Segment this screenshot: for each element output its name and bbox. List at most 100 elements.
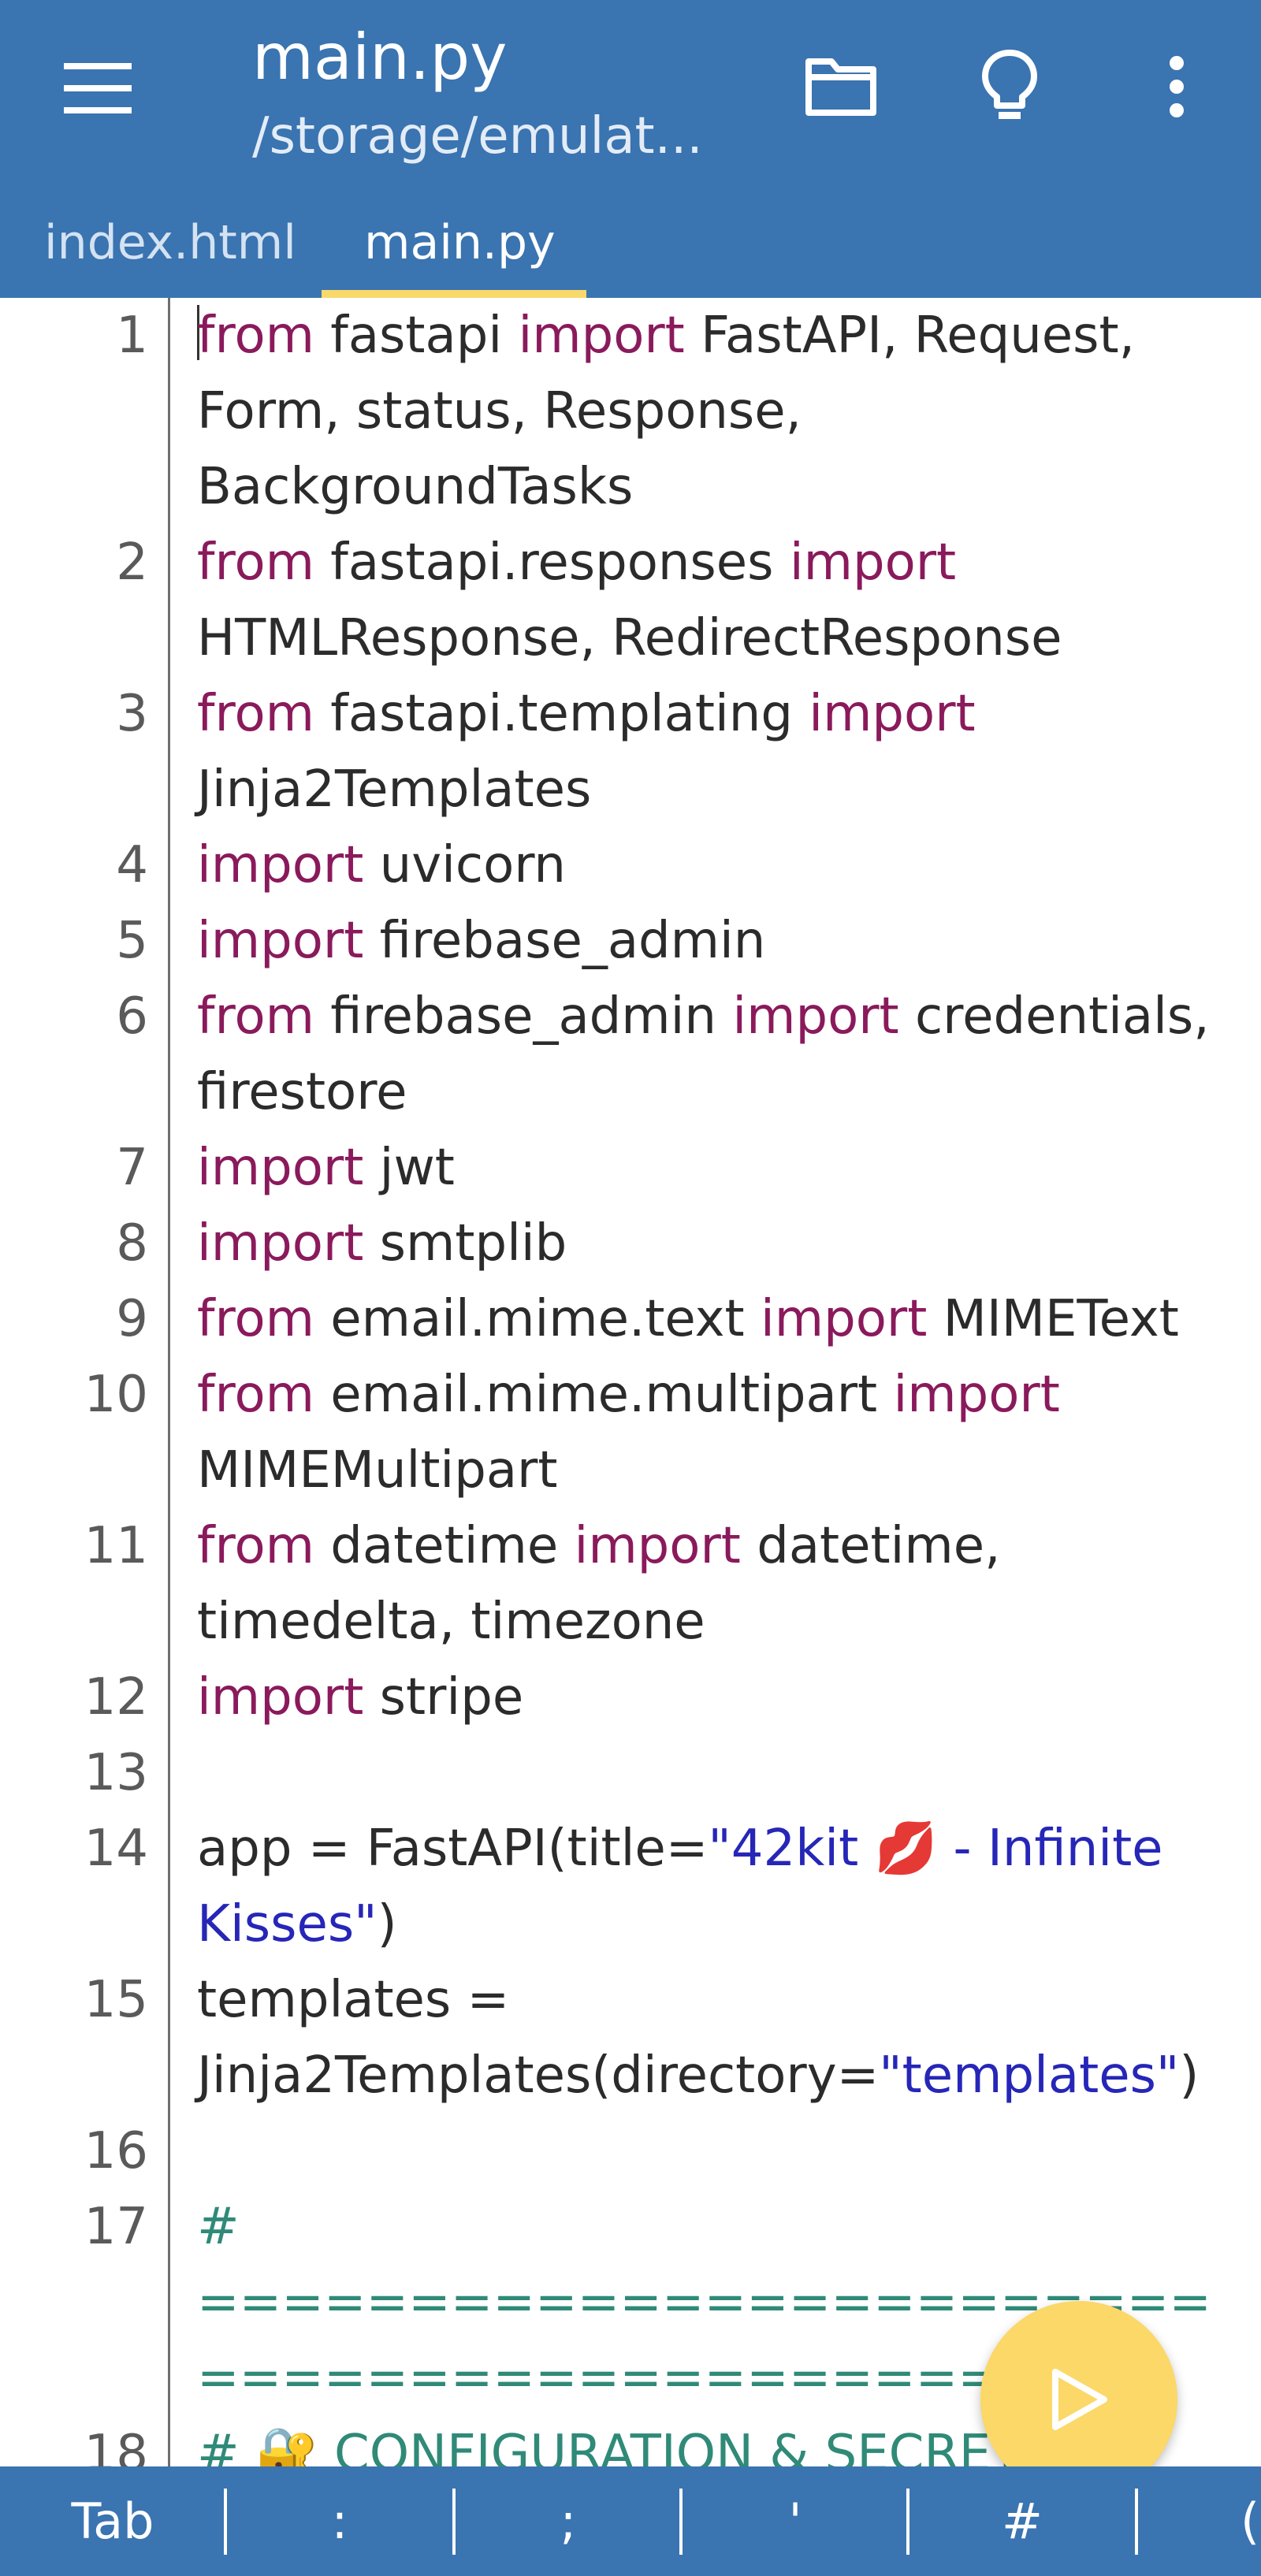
menu-icon: [64, 63, 132, 113]
code-line[interactable]: 7 import jwt: [0, 1130, 1261, 1206]
more-options-button[interactable]: [1133, 43, 1220, 130]
code-line[interactable]: 4 import uvicorn: [0, 827, 1261, 903]
keyword-token: from: [197, 1290, 314, 1348]
code-editor[interactable]: 1 from fastapi import FastAPI, Request, F…: [0, 298, 1261, 2466]
code-token: app = FastAPI(title=: [197, 1820, 709, 1878]
code-token: fastapi.responses: [314, 533, 790, 592]
code-token: stripe: [363, 1668, 524, 1727]
code-token: templates = Jinja2Templates(directory=: [197, 1971, 880, 2105]
code-line[interactable]: 5 import firebase_admin: [0, 903, 1261, 979]
keyword-token: import: [760, 1290, 928, 1348]
keyword-token: import: [197, 836, 364, 894]
code-line[interactable]: 12 import stripe: [0, 1660, 1261, 1735]
open-folder-button[interactable]: [798, 43, 884, 130]
code-line[interactable]: 8 import smtplib: [0, 1206, 1261, 1281]
tab-index-html[interactable]: index.html: [44, 188, 296, 298]
symbol-key-tab[interactable]: Tab: [0, 2466, 225, 2576]
symbol-bar: Tab : ; ' # (: [0, 2466, 1261, 2576]
code-token: firebase_admin: [314, 987, 733, 1046]
line-source: from fastapi.templating import Jinja2Tem…: [197, 676, 1253, 827]
line-number: 6: [116, 987, 148, 1046]
line-source: import smtplib: [197, 1206, 1253, 1281]
code-token: datetime: [314, 1517, 575, 1575]
keyword-token: import: [809, 685, 976, 743]
line-number: 4: [116, 836, 148, 894]
lightbulb-icon: [982, 50, 1037, 119]
title-block: main.py /storage/emulat...: [252, 14, 703, 172]
keyword-token: import: [197, 1214, 364, 1273]
line-number: 1: [116, 307, 148, 365]
keyword-token: import: [197, 912, 364, 970]
code-token: MIMEText: [927, 1290, 1179, 1348]
keyword-token: from: [197, 533, 314, 592]
code-line[interactable]: 6 from firebase_admin import credentials,…: [0, 979, 1261, 1130]
line-source: from email.mime.text import MIMEText: [197, 1281, 1253, 1357]
code-line[interactable]: 15 templates = Jinja2Templates(directory=…: [0, 1962, 1261, 2113]
folder-icon: [805, 58, 876, 116]
symbol-key-semicolon[interactable]: ;: [456, 2466, 681, 2576]
code-token: firebase_admin: [363, 912, 766, 970]
line-number: 10: [84, 1366, 148, 1424]
line-source: from email.mime.multipart import MIMEMul…: [197, 1357, 1253, 1508]
line-source: app = FastAPI(title="42kit 💋 - Infinite …: [197, 1811, 1253, 1962]
code-line[interactable]: 13: [0, 1735, 1261, 1811]
code-token: ): [377, 1895, 397, 1953]
keyword-token: from: [197, 685, 314, 743]
file-path: /storage/emulat...: [252, 107, 703, 165]
symbol-key-hash[interactable]: #: [909, 2466, 1135, 2576]
keyword-token: import: [789, 533, 957, 592]
play-icon: [1052, 2369, 1107, 2430]
symbol-key-colon[interactable]: :: [227, 2466, 452, 2576]
code-token: email.mime.text: [314, 1290, 761, 1348]
line-source: import uvicorn: [197, 827, 1253, 903]
line-number: 18: [84, 2425, 148, 2466]
line-number: 3: [116, 685, 148, 743]
more-vert-icon: [1170, 56, 1184, 117]
code-token: fastapi.templating: [314, 685, 809, 743]
keyword-token: import: [518, 307, 685, 365]
tab-main-py[interactable]: main.py: [364, 188, 556, 298]
file-title: main.py: [252, 20, 508, 94]
code-token: smtplib: [363, 1214, 567, 1273]
menu-button[interactable]: [49, 49, 147, 128]
keyword-token: import: [732, 987, 899, 1046]
comment-token: # 🔐 CONFIGURATION & SECRETS: [197, 2425, 1054, 2466]
code-line[interactable]: 9 from email.mime.text import MIMEText: [0, 1281, 1261, 1357]
keyword-token: import: [574, 1517, 741, 1575]
line-number: 7: [116, 1139, 148, 1197]
code-line[interactable]: 3 from fastapi.templating import Jinja2Te…: [0, 676, 1261, 827]
line-source: import stripe: [197, 1660, 1253, 1735]
line-source: from firebase_admin import credentials, …: [197, 979, 1253, 1130]
line-number: 8: [116, 1214, 148, 1273]
line-number: 13: [84, 1744, 148, 1802]
line-number: 12: [84, 1668, 148, 1727]
line-number: 14: [84, 1820, 148, 1878]
symbol-key-quote[interactable]: ': [683, 2466, 908, 2576]
code-line[interactable]: 10 from email.mime.multipart import MIMEM…: [0, 1357, 1261, 1508]
keyword-token: from: [197, 1366, 314, 1424]
code-editor-app: main.py /storage/emulat... index.html ma…: [0, 0, 1261, 2576]
code-line[interactable]: 16: [0, 2113, 1261, 2189]
line-source: from fastapi.responses import HTMLRespon…: [197, 525, 1253, 676]
code-line[interactable]: 1 from fastapi import FastAPI, Request, F…: [0, 298, 1261, 525]
line-number: 16: [84, 2122, 148, 2180]
line-number: 17: [84, 2198, 148, 2256]
app-bar: main.py /storage/emulat...: [0, 0, 1261, 188]
keyword-token: from: [197, 307, 314, 365]
code-token: jwt: [363, 1139, 455, 1197]
code-line[interactable]: 11 from datetime import datetime, timedel…: [0, 1508, 1261, 1660]
hint-button[interactable]: [966, 43, 1053, 130]
keyword-token: from: [197, 987, 314, 1046]
active-tab-indicator: [322, 290, 586, 298]
code-line[interactable]: 2 from fastapi.responses import HTMLRespo…: [0, 525, 1261, 676]
line-source: templates = Jinja2Templates(directory="t…: [197, 1962, 1253, 2113]
symbol-key-paren[interactable]: (: [1138, 2466, 1261, 2576]
keyword-token: import: [197, 1668, 364, 1727]
line-source: import jwt: [197, 1130, 1253, 1206]
line-number: 2: [116, 533, 148, 592]
line-number: 11: [84, 1517, 148, 1575]
line-number: 5: [116, 912, 148, 970]
code-line[interactable]: 14 app = FastAPI(title="42kit 💋 - Infinit…: [0, 1811, 1261, 1962]
code-token: ): [1179, 2046, 1200, 2105]
line-number: 15: [84, 1971, 148, 2029]
